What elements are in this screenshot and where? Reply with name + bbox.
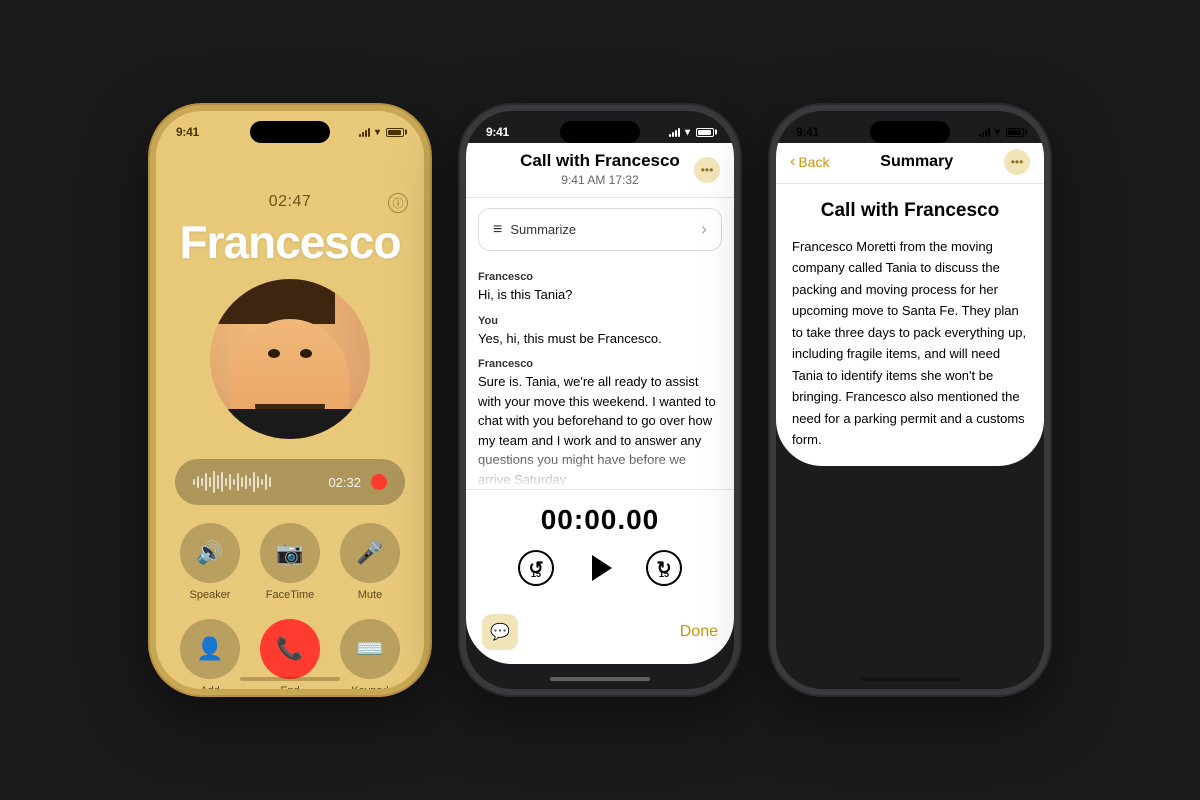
skip-back-button[interactable]: 15 bbox=[518, 550, 554, 586]
chat-icon-button[interactable]: 💬 bbox=[482, 614, 518, 650]
signal-icon-2 bbox=[669, 127, 680, 137]
avatar bbox=[210, 279, 370, 439]
caller-name: Francesco bbox=[179, 215, 400, 269]
home-indicator-1 bbox=[240, 677, 340, 681]
summary-more-button[interactable]: ••• bbox=[1004, 149, 1030, 175]
transcript-content: Francesco Hi, is this Tania? You Yes, hi… bbox=[466, 261, 734, 489]
mute-button[interactable]: 🎤 Mute bbox=[340, 523, 400, 601]
wifi-icon-3: ▾ bbox=[995, 127, 1000, 138]
summarize-label: Summarize bbox=[510, 222, 576, 237]
transcript-more-button[interactable]: ••• bbox=[694, 157, 720, 183]
memoji-eyes bbox=[268, 349, 312, 358]
summary-content: Call with Francesco Francesco Moretti fr… bbox=[776, 184, 1044, 466]
playback-controls: 15 15 bbox=[518, 546, 682, 590]
dynamic-island-1 bbox=[250, 121, 330, 143]
signal-icon-1 bbox=[359, 127, 370, 137]
done-button[interactable]: Done bbox=[680, 623, 718, 641]
back-button[interactable]: ‹ Back bbox=[790, 153, 829, 171]
transcript-header: Call with Francesco 9:41 AM 17:32 ••• bbox=[466, 143, 734, 198]
status-time-2: 9:41 bbox=[486, 125, 509, 139]
summarize-button[interactable]: ≡ Summarize bbox=[478, 208, 722, 251]
memoji-shirt bbox=[220, 409, 360, 439]
signal-icon-3 bbox=[979, 127, 990, 137]
transcript-subtitle: 9:41 AM 17:32 bbox=[482, 173, 718, 187]
status-icons-1: ▾ bbox=[359, 127, 404, 138]
summarize-icon: ≡ bbox=[493, 221, 502, 239]
controls-row-2: 👤 Add 📞 End ⌨️ Keypad bbox=[180, 619, 400, 695]
wifi-icon-1: ▾ bbox=[375, 127, 380, 138]
status-icons-2: ▾ bbox=[669, 127, 714, 138]
chevron-right-icon bbox=[701, 219, 707, 240]
transcript-line-3: Sure is. Tania, we're all ready to assis… bbox=[478, 372, 722, 489]
call-duration: 02:47 bbox=[269, 193, 312, 211]
add-button[interactable]: 👤 Add bbox=[180, 619, 240, 695]
memoji-face bbox=[210, 279, 370, 439]
transcript-screen: Call with Francesco 9:41 AM 17:32 ••• ≡ … bbox=[466, 143, 734, 664]
dynamic-island-2 bbox=[560, 121, 640, 143]
transcript-line-1: Hi, is this Tania? bbox=[478, 285, 722, 305]
speaker-2-label: You bbox=[478, 315, 722, 327]
battery-icon-2 bbox=[696, 128, 714, 137]
phones-container: 9:41 ▾ ⓘ 02:47 Francesco bbox=[130, 85, 1070, 715]
phone-2: 9:41 ▾ Call with Francesco 9:41 AM 17:32… bbox=[460, 105, 740, 695]
facetime-button[interactable]: 📷 FaceTime bbox=[260, 523, 320, 601]
memoji-hair bbox=[210, 279, 335, 324]
speaker-1-label: Francesco bbox=[478, 271, 722, 283]
speaker-3-label: Francesco bbox=[478, 358, 722, 370]
waveform-container: 02:32 bbox=[175, 459, 405, 505]
status-icons-3: ▾ bbox=[979, 127, 1024, 138]
dynamic-island-3 bbox=[870, 121, 950, 143]
transcript-footer: 💬 Done bbox=[466, 604, 734, 664]
summary-nav-title: Summary bbox=[880, 153, 953, 171]
playback-section: 00:00.00 15 15 bbox=[466, 489, 734, 604]
record-indicator bbox=[371, 474, 387, 490]
speaker-button[interactable]: 🔊 Speaker bbox=[180, 523, 240, 601]
battery-icon-1 bbox=[386, 128, 404, 137]
waveform-time: 02:32 bbox=[328, 475, 361, 490]
playback-timer: 00:00.00 bbox=[541, 504, 660, 536]
summary-screen: ‹ Back Summary ••• Call with Francesco F… bbox=[776, 143, 1044, 466]
back-label: Back bbox=[798, 154, 829, 170]
back-chevron-icon: ‹ bbox=[790, 153, 795, 171]
summary-text: Francesco Moretti from the moving compan… bbox=[792, 236, 1028, 450]
phone-1: 9:41 ▾ ⓘ 02:47 Francesco bbox=[150, 105, 430, 695]
controls-row-1: 🔊 Speaker 📷 FaceTime 🎤 Mute bbox=[180, 523, 400, 601]
battery-icon-3 bbox=[1006, 128, 1024, 137]
waveform bbox=[193, 471, 318, 493]
wifi-icon-2: ▾ bbox=[685, 127, 690, 138]
call-screen: ⓘ 02:47 Francesco bbox=[156, 143, 424, 695]
play-icon bbox=[592, 555, 612, 581]
end-call-button[interactable]: 📞 End bbox=[260, 619, 320, 695]
home-indicator-2 bbox=[550, 677, 650, 681]
transcript-line-2: Yes, hi, this must be Francesco. bbox=[478, 329, 722, 349]
summary-nav: ‹ Back Summary ••• bbox=[776, 143, 1044, 184]
phone-3: 9:41 ▾ ‹ Back Summary ••• bbox=[770, 105, 1050, 695]
transcript-title: Call with Francesco bbox=[482, 151, 718, 171]
status-time-1: 9:41 bbox=[176, 125, 199, 139]
play-button[interactable] bbox=[578, 546, 622, 590]
status-time-3: 9:41 bbox=[796, 125, 819, 139]
keypad-button[interactable]: ⌨️ Keypad bbox=[340, 619, 400, 695]
home-indicator-3 bbox=[860, 677, 960, 681]
summary-title: Call with Francesco bbox=[792, 200, 1028, 222]
info-button[interactable]: ⓘ bbox=[388, 193, 408, 213]
skip-forward-button[interactable]: 15 bbox=[646, 550, 682, 586]
